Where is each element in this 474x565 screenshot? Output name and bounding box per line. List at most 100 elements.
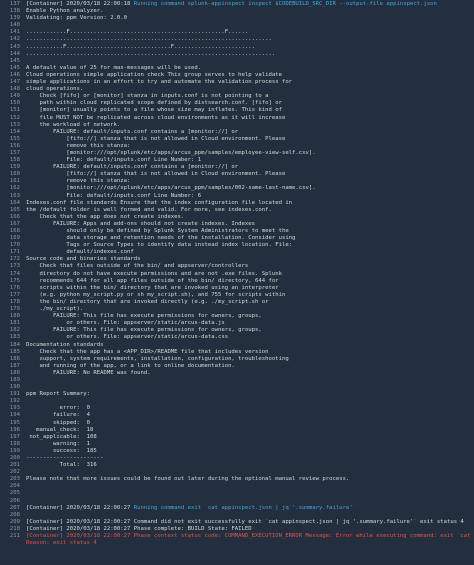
log-line: 176 scripts within the bin/ directory th… (0, 285, 474, 292)
line-number: 200 (9, 455, 20, 461)
line-content: support, system requirements, installati… (26, 355, 289, 362)
log-line: 204 (0, 483, 474, 490)
line-content: Check that the app has a <APP_DIR>/READM… (26, 348, 269, 355)
line-text: [monitor:///opt/splunk/etc/apps/arcus_pp… (26, 150, 474, 157)
line-content: Check that the app does not create index… (26, 213, 185, 220)
line-text: ........................................… (26, 36, 474, 43)
log-line: 147 simple applications in an effort to t… (0, 79, 474, 86)
log-line: 173 Check that files outside of the bin/… (0, 263, 474, 270)
line-number: 169 (9, 235, 20, 242)
line-text (26, 398, 474, 405)
line-content: ........................................… (26, 36, 272, 43)
line-text: failure: 4 (26, 412, 474, 419)
line-text (26, 377, 474, 384)
log-line: 166 Check that the app does not create i… (0, 214, 474, 221)
line-content: Running command splunk-appinspect inspec… (133, 1, 437, 7)
line-text: [fifo://] stanza that is not allowed in … (26, 136, 474, 143)
line-content: Check that files outside of the bin/ and… (26, 263, 249, 270)
line-text (26, 384, 474, 391)
line-text (26, 490, 474, 497)
line-content: or others. File: appserver/static/arcus-… (26, 320, 225, 327)
line-text: the /default folder is well formed and v… (26, 207, 474, 214)
line-prefix: [Container] 2020/03/18 22:00:27 (26, 504, 134, 511)
line-content: File: default/inputs.conf Line Number: 1 (26, 157, 202, 164)
line-content: warning: 1 (26, 440, 90, 447)
line-number: 198 (9, 440, 20, 447)
line-text (26, 512, 474, 519)
line-text: remove this stanza: (26, 143, 474, 150)
line-number: 177 (9, 291, 20, 298)
line-number: 139 (9, 15, 20, 22)
log-line: 179 ./my_script). (0, 306, 474, 313)
line-number: 192 (9, 398, 20, 405)
line-text: or others. File: appserver/static/arcus-… (26, 334, 474, 341)
line-content: ........................................… (26, 50, 276, 57)
log-line: 155 [fifo://] stanza that is not allowed… (0, 136, 474, 143)
line-text: Enable Python analyzer. (26, 8, 474, 15)
log-line: 198 warning: 1 (0, 441, 474, 448)
line-content: error: 0 (26, 405, 90, 412)
line-text: [fifo://] stanza that is not allowed in … (26, 171, 474, 178)
line-number: 202 (9, 469, 20, 476)
line-content: remove this stanza: (26, 178, 131, 185)
line-text: File: default/inputs.conf Line Number: 6 (26, 193, 474, 200)
line-number: 149 (9, 93, 20, 100)
line-text: Documentation standards (26, 342, 474, 349)
line-text: ...........F............................… (26, 44, 474, 51)
log-line: 193 error: 0 (0, 405, 474, 412)
log-line: 185 Check that the app has a <APP_DIR>/R… (0, 349, 474, 356)
line-number: 147 (9, 79, 20, 86)
line-content: or others. File: appserver/static/arcus-… (26, 334, 229, 341)
line-number: 165 (9, 206, 20, 213)
line-text: and running of the app, or a link to onl… (26, 363, 474, 370)
line-text: ----------------------- (26, 455, 474, 462)
line-content: scripts within the bin/ directory that a… (26, 284, 279, 291)
line-text: Cloud operations simple application chec… (26, 72, 474, 79)
line-text: FAILURE: default/inputs.conf contains a … (26, 164, 474, 171)
line-content: FAILURE: This file has execute permissio… (26, 327, 262, 334)
line-text: FAILURE: Apps and add-ons should not cre… (26, 221, 474, 228)
line-content: cloud operations. (26, 86, 84, 93)
line-content: simple applications in an effort to try … (26, 79, 293, 86)
line-number: 207 (9, 504, 20, 511)
log-line: 187 and running of the app, or a link to… (0, 363, 474, 370)
line-number: 143 (9, 43, 20, 50)
log-line: 145 A default value of 25 for max-message… (0, 65, 474, 72)
log-line: 148 cloud operations. (0, 86, 474, 93)
line-text: FAILURE: This file has execute permissio… (26, 327, 474, 334)
line-number: 174 (9, 270, 20, 277)
line-text: file MUST NOT be replicated across cloud… (26, 115, 474, 122)
line-content: should only be defined by Splunk System … (26, 228, 289, 234)
line-content: [Container] 2020/03/18 22:00:27 Phase co… (26, 533, 471, 540)
log-line: 145 (0, 58, 474, 65)
log-line: 161 remove this stanza: (0, 178, 474, 185)
log-line: 167 FAILURE: Apps and add-ons should not… (0, 221, 474, 228)
log-line: 150 path within cloud replicated scope d… (0, 100, 474, 107)
line-content: FAILURE: Apps and add-ons should not cre… (26, 220, 256, 227)
log-line: 201 Total: 316 (0, 462, 474, 469)
line-content: FAILURE: default/inputs.conf contains a … (26, 128, 239, 135)
log-line: 137 [Container] 2020/03/18 22:00:18 Runni… (0, 1, 474, 8)
line-text: error: 0 (26, 405, 474, 412)
log-line: 177 (e.g. python my_script.py or sh my_s… (0, 292, 474, 299)
line-number: 190 (9, 384, 20, 391)
line-number: 159 (9, 164, 20, 171)
log-line: 174 directory do not have execute permis… (0, 271, 474, 278)
line-content: ............F...........................… (26, 29, 249, 36)
line-number: 140 (9, 22, 20, 29)
line-text: Indexes.conf file standards Ensure that … (26, 200, 474, 207)
line-content: failure: 4 (26, 412, 90, 419)
log-line: 202 (0, 469, 474, 476)
line-text: ............F...........................… (26, 29, 474, 36)
log-line: 152 file MUST NOT be replicated across c… (0, 115, 474, 122)
line-text: [Container] 2020/03/18 22:00:27 Running … (26, 505, 474, 512)
line-content: ./my_script). (26, 306, 84, 313)
line-content: FAILURE: This file has execute permissio… (26, 313, 262, 320)
line-number: 191 (9, 391, 20, 398)
line-number: 146 (9, 71, 20, 78)
line-content: [fifo://] stanza that is not allowed in … (26, 171, 286, 178)
log-line: 206 (0, 498, 474, 505)
line-number: 175 (9, 277, 20, 284)
line-content: manual_check: 18 (26, 426, 94, 433)
line-text: Check that the app has a <APP_DIR>/READM… (26, 349, 474, 356)
